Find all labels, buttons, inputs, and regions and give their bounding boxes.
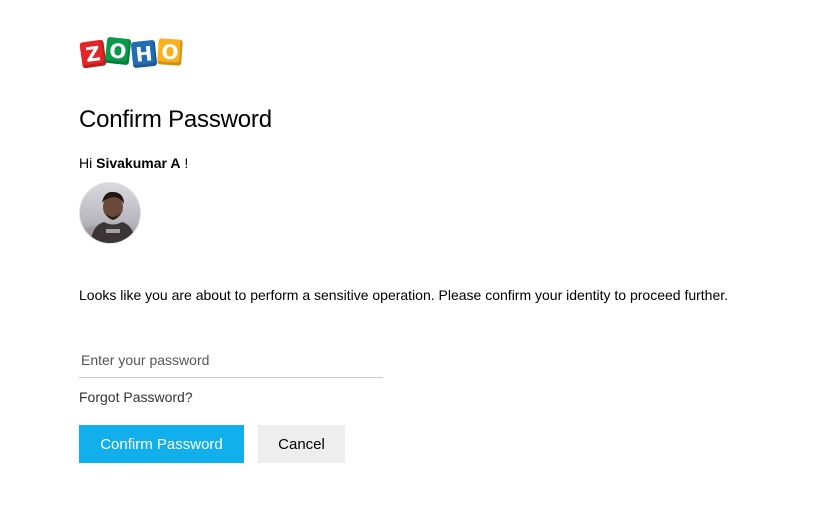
forgot-password-link[interactable]: Forgot Password? bbox=[79, 389, 193, 405]
cancel-button[interactable]: Cancel bbox=[258, 425, 345, 463]
sensitive-operation-message: Looks like you are about to perform a se… bbox=[79, 287, 729, 303]
page-title: Confirm Password bbox=[79, 106, 272, 133]
user-photo-icon bbox=[80, 183, 140, 243]
logo-letter-h: H bbox=[130, 39, 158, 69]
logo-letter-o-2: O bbox=[157, 38, 183, 66]
greeting-prefix: Hi bbox=[79, 155, 93, 171]
logo-letter-z: Z bbox=[79, 39, 107, 69]
logo-letter-o: O bbox=[104, 36, 132, 66]
greeting-suffix: ! bbox=[184, 155, 189, 171]
greeting-text: Hi Sivakumar A ! bbox=[79, 155, 188, 171]
confirm-password-button[interactable]: Confirm Password bbox=[79, 425, 244, 463]
password-input[interactable] bbox=[79, 343, 383, 378]
confirm-password-page: Z O H O Confirm Password Hi Sivakumar A … bbox=[0, 0, 835, 516]
zoho-logo: Z O H O bbox=[79, 36, 183, 69]
user-name: Sivakumar A bbox=[96, 155, 181, 171]
avatar bbox=[79, 182, 141, 244]
